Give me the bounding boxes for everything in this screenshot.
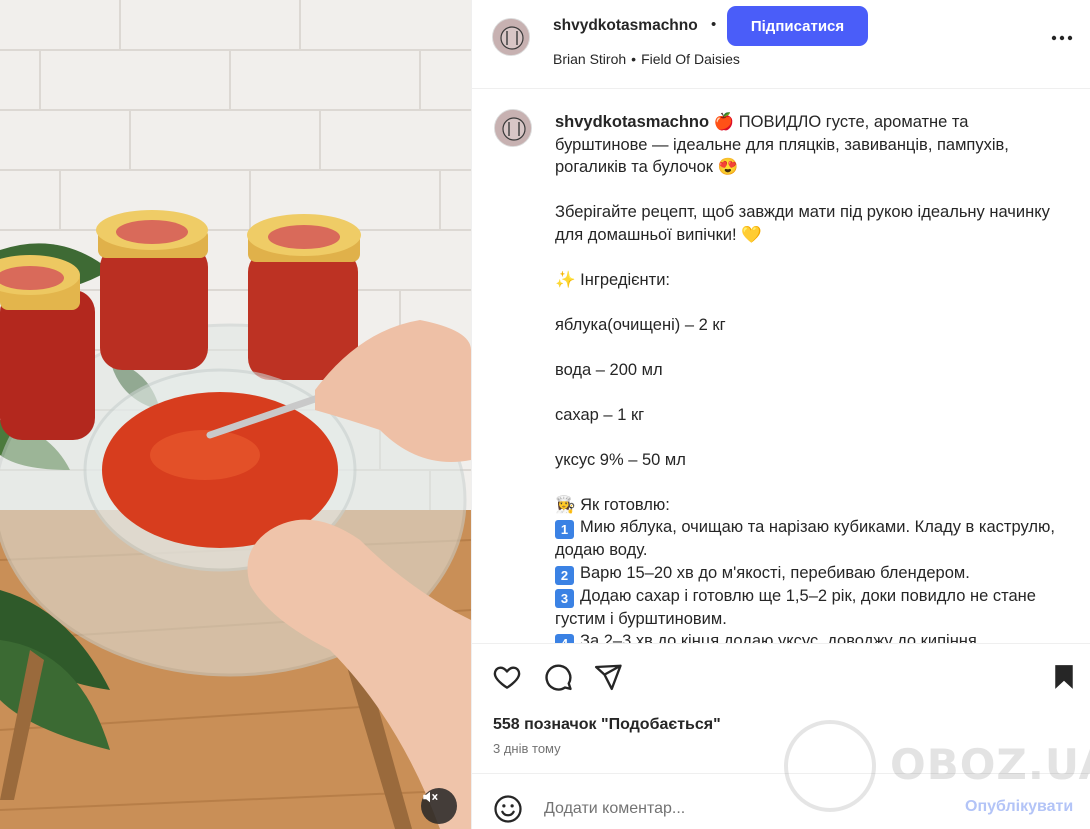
post-details-panel: shvydkotasmachno • Підписатися Brian Sti… xyxy=(471,0,1090,829)
method-title: 👩‍🍳 Як готовлю: xyxy=(555,495,670,514)
heart-icon[interactable] xyxy=(492,662,522,692)
caption-save-note: Зберігайте рецепт, щоб завжди мати під р… xyxy=(555,203,1050,244)
step-number-badge: 2 xyxy=(555,565,574,585)
caption-avatar[interactable] xyxy=(494,109,532,147)
follow-button[interactable]: Підписатися xyxy=(727,6,868,46)
audio-attribution: Brian Stiroh • Field Of Daisies xyxy=(553,51,740,67)
step-number-badge: 1 xyxy=(555,520,574,539)
separator-dot: • xyxy=(711,16,717,33)
muted-speaker-icon xyxy=(423,791,438,803)
step-number-badge: 3 xyxy=(555,588,574,608)
step-number-badge: 4 xyxy=(555,634,574,643)
share-icon[interactable] xyxy=(593,662,623,692)
comment-input[interactable] xyxy=(542,796,922,822)
more-icon[interactable] xyxy=(1050,28,1074,48)
step-item: 4 За 2–3 хв до кінця додаю уксус, доводжу… xyxy=(555,630,1065,643)
caption-section[interactable]: shvydkotasmachno 🍎 ПОВИДЛО густе, аромат… xyxy=(472,90,1090,643)
step-text: Додаю сахар і готовлю ще 1,5–2 рік, доки… xyxy=(555,586,1036,628)
post-header: shvydkotasmachno • Підписатися Brian Sti… xyxy=(472,0,1090,89)
publish-comment-button[interactable]: Опублікувати xyxy=(965,798,1073,816)
post-video[interactable] xyxy=(0,0,471,829)
ingredient-water: вода – 200 мл xyxy=(555,360,663,379)
mute-toggle-button[interactable] xyxy=(421,788,457,824)
audio-artist-link[interactable]: Brian Stiroh xyxy=(553,51,626,67)
audio-separator: • xyxy=(631,51,637,67)
comment-bar: Опублікувати xyxy=(472,773,1090,829)
step-text: Мию яблука, очищаю та нарізаю кубиками. … xyxy=(555,518,1055,559)
caption-text: shvydkotasmachno 🍎 ПОВИДЛО густе, аромат… xyxy=(555,111,1065,643)
step-item: 2 Варю 15–20 хв до м'якості, перебиваю бл… xyxy=(555,562,1065,585)
audio-track-link[interactable]: Field Of Daisies xyxy=(641,51,740,67)
like-count[interactable]: 558 позначок "Подобається" xyxy=(493,716,721,734)
username-link[interactable]: shvydkotasmachno xyxy=(553,17,698,35)
avatar[interactable] xyxy=(492,18,530,56)
comment-icon[interactable] xyxy=(543,662,573,692)
step-text: За 2–3 хв до кінця додаю уксус, доводжу … xyxy=(580,632,982,643)
step-item: 3 Додаю сахар і готовлю ще 1,5–2 рік, док… xyxy=(555,585,1065,631)
step-text: Варю 15–20 хв до м'якості, перебиваю бле… xyxy=(580,563,970,582)
ingredient-apples: яблука(очищені) – 2 кг xyxy=(555,315,726,334)
ingredients-title: ✨ Інгредієнти: xyxy=(555,270,671,289)
bookmark-icon[interactable] xyxy=(1049,662,1079,692)
caption-username[interactable]: shvydkotasmachno xyxy=(555,113,709,131)
ingredient-vinegar: уксус 9% – 50 мл xyxy=(555,450,686,469)
emoji-icon[interactable] xyxy=(493,794,523,824)
ingredient-sugar: сахар – 1 кг xyxy=(555,405,645,424)
video-frame-illustration xyxy=(0,0,471,829)
step-item: 1 Мию яблука, очищаю та нарізаю кубиками.… xyxy=(555,516,1065,562)
post-actions: 558 позначок "Подобається" 3 днів тому xyxy=(472,643,1090,773)
post-timestamp[interactable]: 3 днів тому xyxy=(493,741,561,756)
